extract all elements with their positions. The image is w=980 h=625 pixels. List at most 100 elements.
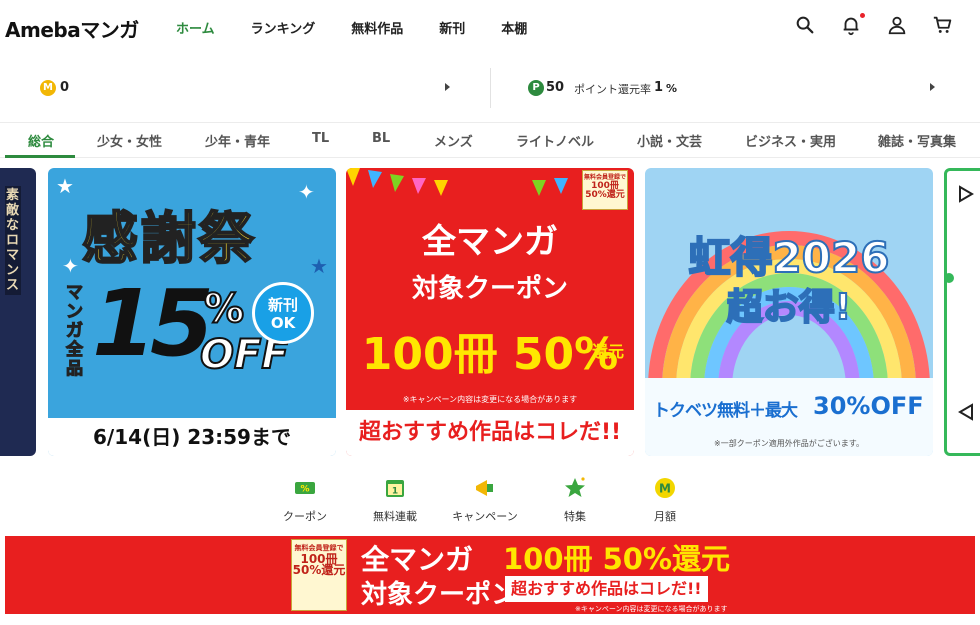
nav-ranking[interactable]: ランキング — [251, 18, 316, 37]
stamp-line1: 無料会員登録で — [583, 174, 626, 181]
tab-business[interactable]: ビジネス・実用 — [745, 131, 836, 150]
nijitoku-offer-panel: トクベツ無料＋最大 30%OFF ※一部クーポン適用外作品がございます。 — [645, 378, 933, 456]
stamp-line3: 50%還元 — [292, 563, 346, 577]
banner-carousel: 素敵なロマンス ★ ✦ ✦ ★ 感謝祭 マンガ全品 15 % OFF 新刊 OK… — [0, 168, 980, 458]
logo[interactable]: Amebaマンガ — [5, 14, 139, 43]
nijitoku-subtitle: 超お得! — [726, 286, 852, 329]
carousel-card-kanshasai[interactable]: ★ ✦ ✦ ★ 感謝祭 マンガ全品 15 % OFF 新刊 OK 6/14(日)… — [48, 168, 336, 456]
quick-link-feature[interactable]: 特集 — [530, 476, 620, 524]
tab-mens[interactable]: メンズ — [434, 131, 473, 150]
main-nav: ホーム ランキング 無料作品 新刊 本棚 — [176, 18, 563, 37]
svg-text:%: % — [300, 485, 309, 495]
carousel-card-coupon[interactable]: 無料会員登録で 100冊 50%還元 全マンガ 対象クーポン 100冊 50% … — [346, 168, 634, 456]
carousel-card-nijitoku[interactable]: 虹得2026 超お得! トクベツ無料＋最大 30%OFF ※一部クーポン適用外作… — [645, 168, 933, 456]
point-bar: M 0 P 50 ポイント還元率 1 % — [0, 68, 980, 112]
coin-value: 0 — [60, 80, 70, 95]
chevron-right-icon — [930, 83, 935, 91]
new-release-badge: 新刊 OK — [252, 282, 314, 344]
star-decoration: ★ — [56, 174, 74, 198]
nijitoku-title: 虹得2026 — [688, 232, 891, 283]
tab-shoujo-josei[interactable]: 少女・女性 — [97, 131, 162, 150]
discount-number: 15 — [92, 270, 214, 377]
point-rate-value: 1 — [654, 80, 664, 95]
search-icon[interactable] — [794, 14, 824, 40]
quick-link-label: 特集 — [564, 510, 586, 523]
quick-link-monthly[interactable]: M 月額 — [620, 476, 710, 524]
play-icon — [959, 185, 974, 203]
header-icons — [778, 13, 962, 40]
banner-title: 全マンガ — [361, 543, 474, 576]
coin-icon: M — [40, 80, 56, 96]
svg-text:M: M — [659, 482, 671, 496]
carousel-card-romance[interactable]: 素敵なロマンス — [0, 168, 36, 456]
banner-subtitle: 対象クーポン — [361, 580, 518, 610]
coupon-icon: % — [295, 482, 315, 495]
banner-offer: 100冊 50%還元 — [503, 542, 731, 576]
notification-dot — [860, 13, 865, 18]
active-tab-indicator — [5, 155, 75, 158]
coupon-footer: 超おすすめ作品はコレだ!! — [346, 410, 634, 456]
play-icon — [958, 403, 973, 421]
tab-general[interactable]: 総合 — [28, 131, 54, 150]
tab-light-novel[interactable]: ライトノベル — [516, 131, 594, 150]
kanshasai-title: 感謝祭 — [81, 206, 256, 273]
tab-shounen-seinen[interactable]: 少年・青年 — [205, 131, 270, 150]
star-decoration: ✦ — [298, 180, 315, 204]
quick-link-coupon[interactable]: % クーポン — [260, 476, 350, 524]
divider — [490, 68, 491, 108]
quick-link-label: 無料連載 — [373, 510, 417, 523]
nijitoku-note: ※一部クーポン適用外作品がございます。 — [714, 439, 864, 448]
tab-magazine[interactable]: 雑誌・写真集 — [878, 131, 956, 150]
quick-link-campaign[interactable]: キャンペーン — [440, 476, 530, 524]
quick-links: % クーポン 1 無料連載 キャンペーン 特集 M 月額 — [260, 476, 710, 524]
point-balance[interactable]: P 50 ポイント還元率 1 % — [528, 68, 938, 108]
point-rate-label: ポイント還元率 — [574, 83, 651, 96]
nav-home[interactable]: ホーム — [176, 18, 215, 37]
cart-icon[interactable] — [932, 14, 962, 40]
tab-tl[interactable]: TL — [312, 131, 329, 146]
coin-balance[interactable]: M 0 — [40, 68, 455, 108]
carousel-card-next[interactable] — [944, 168, 980, 456]
nav-new[interactable]: 新刊 — [439, 18, 465, 37]
point-icon: P — [528, 80, 544, 96]
chevron-right-icon — [445, 83, 450, 91]
banner-stamp: 無料会員登録で 100冊 50%還元 — [291, 539, 347, 611]
coupon-title: 全マンガ — [422, 222, 558, 262]
membership-stamp: 無料会員登録で 100冊 50%還元 — [582, 170, 628, 210]
tab-novel[interactable]: 小説・文芸 — [637, 131, 702, 150]
coupon-offer: 100冊 50% — [361, 329, 619, 380]
stamp-line3: 50%還元 — [585, 190, 625, 200]
coupon-banner[interactable]: 無料会員登録で 100冊 50%還元 全マンガ 対象クーポン 100冊 50%還… — [5, 536, 975, 614]
point-rate-unit: % — [666, 82, 678, 95]
kanshasai-side-text: マンガ全品 — [66, 283, 84, 379]
nijitoku-free: トクベツ無料＋最大 — [653, 401, 798, 421]
svg-text:1: 1 — [392, 487, 398, 497]
star-decoration: ✦ — [62, 254, 79, 278]
site-header: Amebaマンガ ホーム ランキング 無料作品 新刊 本棚 — [0, 0, 980, 56]
bell-icon[interactable] — [840, 13, 870, 40]
point-value: 50 — [546, 80, 565, 95]
category-tabs: 総合 少女・女性 少年・青年 TL BL メンズ ライトノベル 小説・文芸 ビジ… — [0, 122, 980, 158]
stamp-line1: 無料会員登録で — [294, 544, 344, 552]
nav-bookshelf[interactable]: 本棚 — [501, 18, 527, 37]
coupon-kangen: 還元 — [592, 342, 625, 361]
star-decoration: ★ — [310, 254, 328, 278]
carousel-indicator[interactable] — [944, 273, 954, 283]
nijitoku-off: 30%OFF — [813, 392, 924, 420]
campaign-deadline: 6/14(日) 23:59まで — [48, 418, 336, 456]
monthly-m-icon: M — [655, 478, 675, 498]
tab-bl[interactable]: BL — [372, 131, 390, 146]
badge-line1: 新刊 — [267, 296, 298, 314]
banner-tagline: 超おすすめ作品はコレだ!! — [505, 576, 708, 602]
user-icon[interactable] — [886, 14, 916, 40]
calendar-icon: 1 — [386, 480, 404, 497]
discount-percent: % — [203, 285, 245, 333]
nav-free[interactable]: 無料作品 — [351, 18, 403, 37]
coupon-note: ※キャンペーン内容は変更になる場合があります — [402, 395, 578, 404]
quick-link-free-serial[interactable]: 1 無料連載 — [350, 476, 440, 524]
badge-line2: OK — [270, 314, 296, 332]
quick-link-label: キャンペーン — [452, 510, 518, 523]
megaphone-icon — [476, 480, 493, 496]
banner-note: ※キャンペーン内容は変更になる場合があります — [575, 605, 728, 613]
coupon-subtitle: 対象クーポン — [411, 274, 568, 304]
